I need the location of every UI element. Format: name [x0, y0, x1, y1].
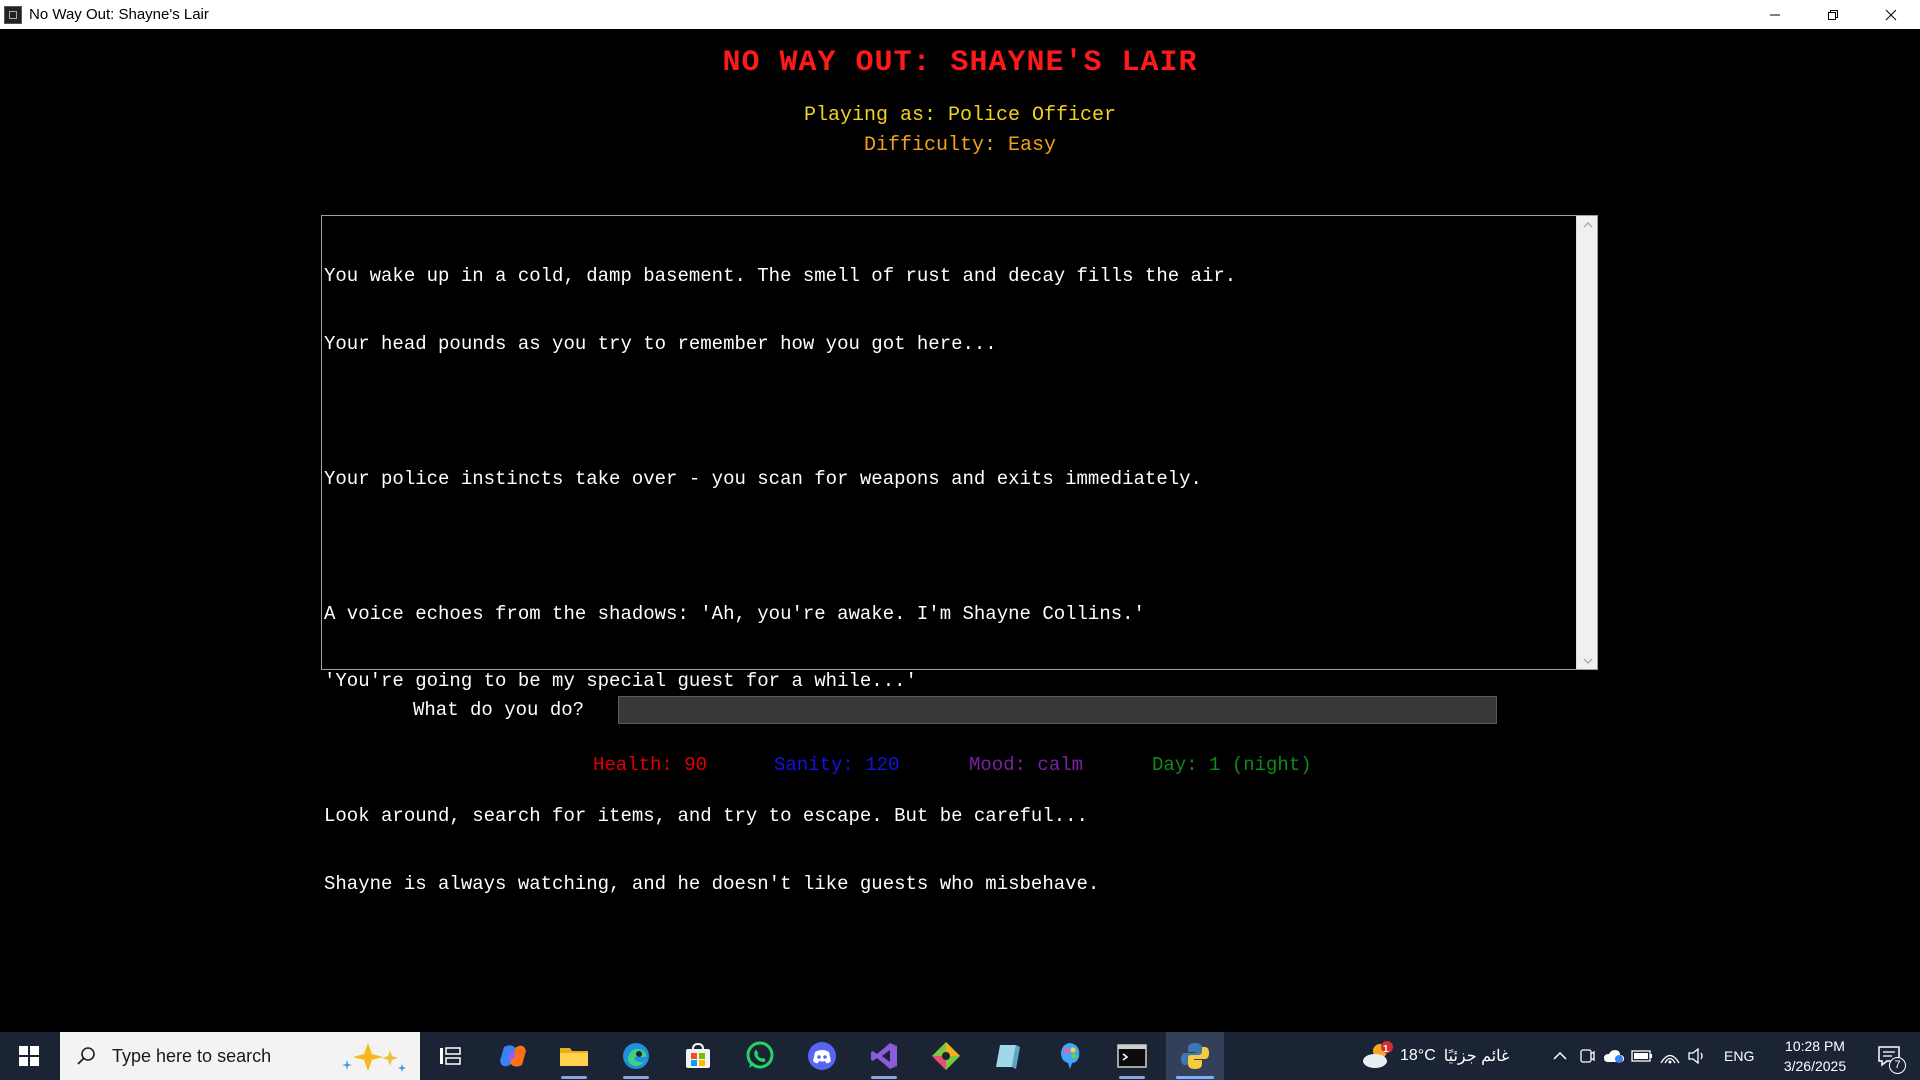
discord-icon [808, 1042, 836, 1070]
cloud-icon [1604, 1050, 1624, 1063]
app-icon [4, 5, 22, 24]
taskbar-search-box[interactable]: Type here to search [60, 1032, 420, 1080]
story-line: Shayne is always watching, and he doesn'… [324, 872, 1100, 895]
show-hidden-icons-button[interactable] [1546, 1052, 1574, 1060]
story-line: 'You're going to be my special guest for… [324, 670, 917, 692]
story-line: Your police instincts take over - you sc… [324, 467, 1202, 490]
windows-logo-icon [19, 1046, 39, 1066]
notification-count-badge: 7 [1889, 1057, 1906, 1074]
story-line: Your head pounds as you try to remember … [324, 332, 997, 355]
running-indicator [561, 1076, 587, 1079]
system-tray-icons: ENG [1546, 1032, 1754, 1080]
terminal-icon [1117, 1044, 1147, 1068]
search-icon [77, 1047, 95, 1065]
health-stat: Health: 90 [593, 754, 708, 776]
command-prompt-label: What do you do? [413, 699, 585, 721]
weather-condition: غائم جزئيًا [1443, 1048, 1510, 1065]
taskbar-app-notepad[interactable] [979, 1032, 1037, 1080]
weather-widget[interactable]: 1 18°C غائم جزئيًا [1360, 1032, 1509, 1080]
story-line: A voice echoes from the shadows: 'Ah, yo… [324, 602, 1145, 625]
taskbar-app-file-explorer[interactable] [545, 1032, 603, 1080]
taskbar-app-terminal[interactable] [1103, 1032, 1161, 1080]
restore-icon [1828, 9, 1838, 20]
running-indicator [871, 1076, 897, 1079]
notepad-icon [996, 1045, 1020, 1069]
store-icon [686, 1043, 710, 1068]
chevron-up-icon [1553, 1052, 1567, 1060]
window-controls [1746, 0, 1920, 29]
taskbar-app-edge[interactable] [607, 1032, 665, 1080]
taskbar-app-visual-studio[interactable] [855, 1032, 913, 1080]
python-icon [1181, 1043, 1209, 1069]
close-icon [1885, 9, 1897, 20]
story-line [324, 738, 1573, 761]
whatsapp-icon [746, 1041, 774, 1069]
weather-temperature: 18°C [1400, 1047, 1436, 1064]
taskbar-app-git[interactable] [917, 1032, 975, 1080]
taskbar: Type here to search 1 18°C غائم جزئيًا E… [0, 1032, 1920, 1080]
story-line: You wake up in a cold, damp basement. Th… [324, 265, 1237, 287]
window-title-bar: No Way Out: Shayne's Lair [0, 0, 1920, 29]
taskbar-app-discord[interactable] [793, 1032, 851, 1080]
taskbar-app-whatsapp[interactable] [731, 1032, 789, 1080]
task-view-button[interactable] [421, 1032, 479, 1080]
copilot-sparkle-icon [342, 1043, 406, 1072]
visual-studio-icon [871, 1043, 897, 1069]
minimize-button[interactable] [1746, 0, 1804, 29]
camera-icon [1580, 1049, 1595, 1063]
clock-date: 3/26/2025 [1783, 1058, 1847, 1074]
scroll-up-button[interactable] [1577, 216, 1598, 233]
network-button[interactable] [1656, 1048, 1684, 1064]
start-button[interactable] [0, 1032, 58, 1080]
taskbar-app-paint[interactable] [1041, 1032, 1099, 1080]
story-text: You wake up in a cold, damp basement. Th… [324, 220, 1573, 940]
chevron-up-icon [1583, 221, 1592, 227]
command-input[interactable] [618, 696, 1497, 724]
story-line [324, 535, 1573, 558]
weather-alert-badge: 1 [1383, 1044, 1389, 1055]
mood-stat: Mood: calm [969, 754, 1084, 776]
edge-icon [623, 1043, 649, 1069]
notification-center-button[interactable]: 7 [1868, 1032, 1912, 1080]
active-indicator [1176, 1076, 1214, 1079]
meet-now-button[interactable] [1574, 1048, 1600, 1064]
restore-button[interactable] [1804, 0, 1862, 29]
copilot-icon [500, 1045, 526, 1067]
volume-button[interactable] [1684, 1048, 1710, 1064]
day-stat: Day: 1 (night) [1152, 754, 1312, 776]
git-icon [932, 1042, 960, 1070]
story-line [324, 400, 1573, 423]
task-view-icon [440, 1047, 461, 1065]
scroll-down-button[interactable] [1577, 652, 1598, 669]
clock-time: 10:28 PM [1785, 1038, 1845, 1054]
difficulty-label: Difficulty: Easy [863, 134, 1057, 157]
taskbar-clock[interactable]: 10:28 PM 3/26/2025 [1770, 1036, 1860, 1076]
onedrive-button[interactable] [1600, 1048, 1628, 1064]
speaker-icon [1688, 1048, 1703, 1064]
battery-icon [1631, 1050, 1652, 1062]
running-indicator [1119, 1076, 1145, 1079]
paint-icon [1061, 1043, 1080, 1069]
wifi-icon [1660, 1054, 1680, 1064]
window-title: No Way Out: Shayne's Lair [29, 6, 209, 23]
story-line: Look around, search for items, and try t… [324, 805, 1088, 827]
battery-button[interactable] [1628, 1050, 1656, 1062]
taskbar-app-python[interactable] [1166, 1032, 1224, 1080]
file-explorer-icon [560, 1048, 588, 1066]
story-text-area[interactable]: You wake up in a cold, damp basement. Th… [321, 215, 1598, 895]
taskbar-app-copilot[interactable] [484, 1032, 542, 1080]
minimize-icon [1770, 14, 1780, 15]
game-title: NO WAY OUT: SHAYNE'S LAIR [722, 46, 1198, 80]
close-button[interactable] [1862, 0, 1920, 29]
story-scrollbar[interactable] [1576, 216, 1597, 669]
playing-as-label: Playing as: Police Officer [803, 104, 1117, 127]
input-language-indicator[interactable]: ENG [1724, 1048, 1754, 1064]
sanity-stat: Sanity: 120 [774, 754, 900, 776]
taskbar-app-store[interactable] [669, 1032, 727, 1080]
chevron-down-icon [1583, 658, 1592, 664]
search-placeholder: Type here to search [112, 1045, 272, 1066]
running-indicator [623, 1076, 649, 1079]
